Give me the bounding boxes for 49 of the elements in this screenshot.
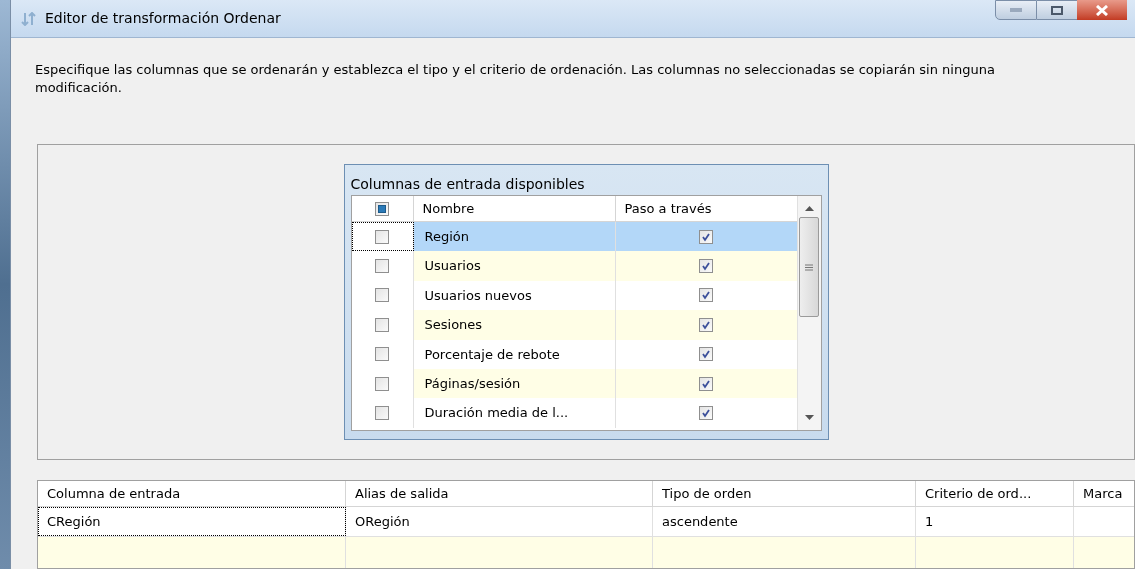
table-cell[interactable]: CRegión	[38, 507, 346, 536]
description-text: Especifique las columnas que se ordenarán y establezca el tipo y el criterio de ordenación. Las columnas no seleccionadas se copiarán sin ninguna modificación.	[34, 61, 996, 97]
scroll-down-icon	[804, 415, 814, 420]
checkbox[interactable]	[699, 288, 713, 303]
list-row[interactable]: Región	[351, 222, 797, 252]
scrollbar-thumb[interactable]	[799, 217, 819, 317]
close-icon	[1095, 4, 1109, 16]
checkbox[interactable]	[375, 406, 389, 421]
checkbox[interactable]	[699, 259, 713, 274]
checkbox[interactable]	[375, 201, 389, 216]
checkbox[interactable]	[375, 347, 389, 362]
close-button[interactable]	[1077, 0, 1127, 20]
window-title: Editor de transformación Ordenar	[45, 9, 281, 28]
maximize-icon	[1051, 5, 1063, 15]
table-cell[interactable]: ascendente	[653, 507, 916, 536]
checkbox[interactable]	[699, 317, 713, 332]
column-header[interactable]: Columna de entrada	[38, 481, 346, 506]
panel-title: Columnas de entrada disponibles	[350, 175, 586, 193]
column-header[interactable]: Paso a través	[615, 196, 797, 221]
column-name: Sesiones	[413, 310, 616, 340]
column-name: Duración media de l...	[413, 398, 616, 428]
checkbox[interactable]	[375, 288, 389, 303]
maximize-button[interactable]	[1037, 0, 1077, 20]
scrollbar[interactable]	[796, 196, 821, 430]
checkbox[interactable]	[699, 347, 713, 362]
checkbox[interactable]	[699, 229, 713, 244]
checkbox[interactable]	[375, 259, 389, 274]
scroll-up-icon	[804, 206, 814, 211]
column-header[interactable]: Nombre	[413, 196, 616, 221]
grip-icon	[805, 263, 813, 271]
checkbox[interactable]	[699, 406, 713, 421]
list-row[interactable]: Usuarios	[351, 251, 797, 281]
checkbox[interactable]	[375, 317, 389, 332]
table-cell[interactable]: 1	[916, 507, 1074, 536]
minimize-button[interactable]	[995, 0, 1037, 20]
column-name: Usuarios	[413, 251, 616, 281]
table-cell[interactable]: ORegión	[346, 507, 653, 536]
column-header[interactable]: Marca	[1074, 481, 1134, 506]
column-name: Porcentaje de rebote	[413, 339, 616, 369]
list-row[interactable]: Sesiones	[351, 310, 797, 340]
checkbox[interactable]	[375, 229, 389, 244]
minimize-icon	[1010, 8, 1022, 12]
column-header[interactable]: Alias de salida	[346, 481, 653, 506]
column-header[interactable]: Criterio de ord...	[916, 481, 1074, 506]
list-row[interactable]: Páginas/sesión	[351, 368, 797, 399]
checkbox[interactable]	[375, 376, 389, 391]
column-header[interactable]: Tipo de orden	[653, 481, 916, 506]
sort-arrows-icon	[21, 11, 37, 26]
checkbox[interactable]	[699, 376, 713, 391]
